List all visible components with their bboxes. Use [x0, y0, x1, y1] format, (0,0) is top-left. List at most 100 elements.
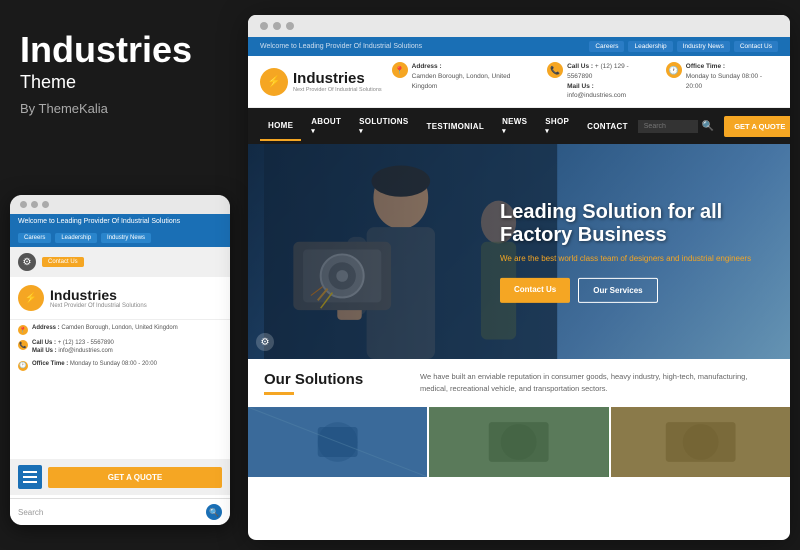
mobile-call-row: 📞 Call Us : + (12) 123 - 5567890 Mail Us… [18, 339, 222, 356]
mobile-bottom-bar: GET A QUOTE [10, 459, 230, 495]
solutions-title: Our Solutions [264, 371, 404, 388]
desktop-topbar-leadership[interactable]: Leadership [628, 41, 672, 52]
desktop-address-value: Camden Borough, London, United Kingdom [412, 73, 511, 90]
nav-item-shop[interactable]: SHOP [537, 108, 577, 144]
desktop-hero: Leading Solution for all Factory Busines… [248, 144, 790, 359]
desktop-window-controls [248, 15, 790, 37]
solutions-img-2 [429, 407, 610, 477]
mobile-contact-btn[interactable]: Contact Us [42, 257, 84, 267]
mobile-gear-icon[interactable]: ⚙ [18, 253, 36, 271]
mobile-nav-careers[interactable]: Careers [18, 233, 51, 243]
desktop-topbar-text: Welcome to Leading Provider Of Industria… [260, 43, 422, 50]
desktop-logo-icon: ⚡ [260, 68, 288, 96]
desktop-call-block: 📞 Call Us : + (12) 129 - 5567890 Mail Us… [547, 62, 654, 101]
desktop-search-input[interactable] [638, 120, 698, 133]
nav-item-solutions[interactable]: SOLUTIONS [351, 108, 416, 144]
solutions-description: We have built an enviable reputation in … [420, 371, 774, 395]
mobile-dot-2 [31, 201, 38, 208]
mobile-info-section: 📍 Address : Camden Borough, London, Unit… [10, 319, 230, 379]
mobile-logo-row: ⚡ Industries Next Provider Of Industrial… [18, 285, 222, 311]
mobile-topbar: Welcome to Leading Provider Of Industria… [10, 214, 230, 229]
desktop-address-content: Address : Camden Borough, London, United… [412, 62, 535, 91]
solutions-img-2-svg [429, 407, 608, 477]
desktop-office-icon: 🕐 [666, 62, 682, 78]
desktop-header: ⚡ Industries Next Provider Of Industrial… [248, 56, 790, 108]
hamburger-line-2 [23, 476, 37, 478]
left-panel: Industries Theme By ThemeKalia Welcome t… [0, 0, 240, 550]
solutions-left: Our Solutions [264, 371, 404, 395]
nav-item-home[interactable]: HOME [260, 112, 301, 141]
hero-services-button[interactable]: Our Services [578, 278, 657, 303]
mobile-call-text: Call Us : + (12) 123 - 5567890 Mail Us :… [32, 339, 114, 356]
desktop-dot-3 [286, 22, 294, 30]
desktop-office-label: Office Time : [686, 63, 725, 70]
hero-gear-icon[interactable]: ⚙ [256, 333, 274, 351]
desktop-quote-button[interactable]: GET A QUOTE [724, 116, 790, 137]
hero-contact-button[interactable]: Contact Us [500, 278, 570, 303]
nav-item-contact[interactable]: CONTACT [579, 113, 636, 140]
desktop-call-icon: 📞 [547, 62, 563, 78]
hamburger-line-3 [23, 481, 37, 483]
desktop-mockup: Welcome to Leading Provider Of Industria… [248, 15, 790, 540]
nav-item-about[interactable]: ABOUT [303, 108, 349, 144]
mobile-mail-label: Mail Us : [32, 348, 57, 354]
mobile-search-icon[interactable]: 🔍 [206, 504, 222, 520]
mobile-mockup: Welcome to Leading Provider Of Industria… [10, 195, 230, 525]
nav-item-news[interactable]: NEWS [494, 108, 535, 144]
mobile-address-label: Address : [32, 325, 60, 331]
hero-content: Leading Solution for all Factory Busines… [500, 200, 770, 302]
hamburger-line-1 [23, 471, 37, 473]
desktop-nav-search: 🔍 [638, 120, 714, 133]
desktop-office-value: Monday to Sunday 08:00 - 20:00 [686, 73, 762, 90]
mobile-nav-industry[interactable]: Industry News [101, 233, 151, 243]
solutions-img-3 [611, 407, 790, 477]
mobile-logo-section: ⚡ Industries Next Provider Of Industrial… [10, 277, 230, 319]
mobile-quote-button[interactable]: GET A QUOTE [48, 467, 222, 488]
desktop-topbar-contact[interactable]: Contact Us [734, 41, 778, 52]
theme-subtitle: Theme [20, 72, 220, 93]
desktop-office-content: Office Time : Monday to Sunday 08:00 - 2… [686, 62, 778, 91]
mobile-hamburger-icon[interactable] [18, 465, 42, 489]
desktop-call-label: Call Us : [567, 63, 593, 70]
desktop-logo-area: ⚡ Industries Next Provider Of Industrial… [260, 68, 382, 96]
mobile-office-icon: 🕐 [18, 361, 28, 371]
mobile-address-value: Camden Borough, London, United Kingdom [61, 325, 177, 331]
mobile-address-icon: 📍 [18, 325, 28, 335]
mobile-office-value: Monday to Sunday 08:00 - 20:00 [70, 361, 157, 367]
nav-item-testimonial[interactable]: TESTIMONIAL [419, 113, 493, 140]
desktop-address-block: 📍 Address : Camden Borough, London, Unit… [392, 62, 535, 101]
desktop-search-icon[interactable]: 🔍 [702, 121, 714, 132]
desktop-logo-name: Industries [293, 70, 382, 87]
mobile-call-value: + (12) 123 - 5567890 [58, 340, 114, 346]
desktop-mail-value: info@industries.com [567, 92, 626, 99]
mobile-dot-3 [42, 201, 49, 208]
mobile-call-icon: 📞 [18, 340, 28, 350]
mobile-logo-name: Industries [50, 287, 147, 303]
desktop-topbar-buttons: Careers Leadership Industry News Contact… [589, 41, 778, 52]
mobile-office-row: 🕐 Office Time : Monday to Sunday 08:00 -… [18, 360, 222, 371]
desktop-dot-2 [273, 22, 281, 30]
desktop-solutions: Our Solutions We have built an enviable … [248, 359, 790, 407]
desktop-dot-1 [260, 22, 268, 30]
desktop-office-block: 🕐 Office Time : Monday to Sunday 08:00 -… [666, 62, 778, 101]
theme-title: Industries [20, 30, 220, 70]
desktop-address-label: Address : [412, 63, 442, 70]
solutions-img-3-svg [611, 407, 790, 477]
desktop-call-content: Call Us : + (12) 129 - 5567890 Mail Us :… [567, 62, 654, 101]
mobile-mail-value: info@industries.com [58, 348, 112, 354]
mobile-logo-tagline: Next Provider Of Industrial Solutions [50, 303, 147, 309]
desktop-address-icon: 📍 [392, 62, 408, 78]
mobile-search-placeholder: Search [18, 508, 43, 517]
desktop-topbar-industry[interactable]: Industry News [677, 41, 730, 52]
solutions-img-1 [248, 407, 429, 477]
mobile-nav-leadership[interactable]: Leadership [55, 233, 97, 243]
desktop-mail-label: Mail Us : [567, 83, 594, 90]
desktop-topbar-careers[interactable]: Careers [589, 41, 624, 52]
by-author: By ThemeKalia [20, 101, 220, 116]
hero-title: Leading Solution for all Factory Busines… [500, 200, 770, 246]
mobile-address-text: Address : Camden Borough, London, United… [32, 324, 178, 332]
desktop-topbar: Welcome to Leading Provider Of Industria… [248, 37, 790, 56]
mobile-office-label: Office Time : [32, 361, 68, 367]
mobile-search-bar: Search 🔍 [10, 498, 230, 525]
mobile-window-controls [10, 195, 230, 214]
